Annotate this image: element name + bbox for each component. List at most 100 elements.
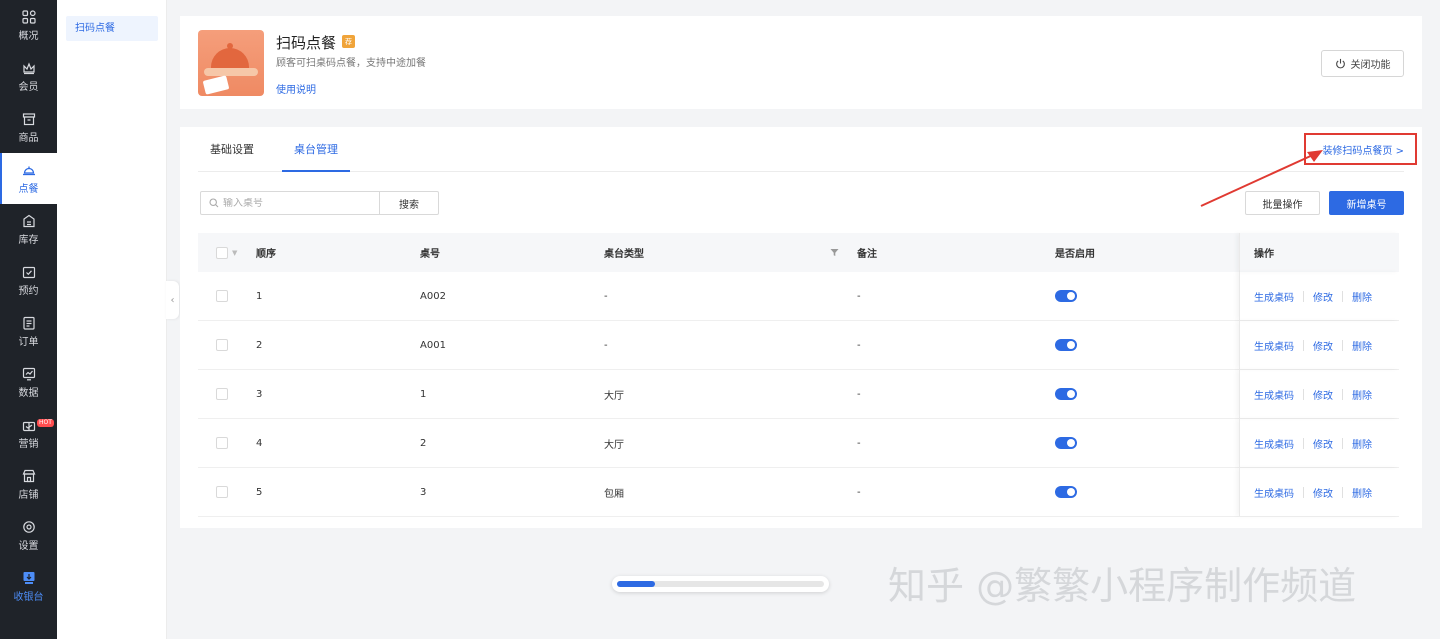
col-remark: 备注 — [857, 249, 877, 260]
col-table-no: 桌号 — [420, 249, 440, 260]
app-description: 顾客可扫桌码点餐，支持中途加餐 — [276, 58, 426, 69]
cell-order: 1 — [256, 290, 263, 302]
app-thumbnail — [198, 30, 264, 96]
select-all-checkbox[interactable] — [216, 246, 228, 259]
nav-label: 数据 — [18, 387, 39, 399]
nav-item-data[interactable]: 数据 — [0, 357, 57, 408]
app-header-card: 扫码点餐 荐 顾客可扫桌码点餐，支持中途加餐 使用说明 关闭功能 — [180, 16, 1422, 109]
cell-order: 5 — [256, 486, 263, 498]
filter-icon[interactable] — [830, 233, 839, 272]
cell-order: 2 — [256, 339, 263, 351]
generate-code-link[interactable]: 生成桌码 — [1254, 289, 1294, 304]
shop-icon — [22, 469, 35, 482]
delete-link[interactable]: 删除 — [1352, 338, 1372, 353]
enabled-toggle[interactable] — [1055, 437, 1077, 449]
row-checkbox[interactable] — [216, 339, 228, 351]
delete-link[interactable]: 删除 — [1352, 436, 1372, 451]
nav-item-settings[interactable]: 设置 — [0, 510, 57, 561]
table-row: 3 1 大厅 - 生成桌码 修改 删除 — [198, 370, 1399, 419]
bell-dish-icon — [22, 166, 35, 175]
ops-column: 操作 — [1239, 233, 1399, 272]
cell-remark: - — [857, 290, 861, 302]
clipboard-icon — [22, 316, 35, 330]
enabled-toggle[interactable] — [1055, 290, 1077, 302]
table-row: 4 2 大厅 - 生成桌码 修改 删除 — [198, 419, 1399, 468]
crown-icon — [22, 61, 35, 74]
add-table-button[interactable]: 新增桌号 — [1329, 191, 1404, 215]
store-icon — [22, 112, 35, 125]
row-checkbox[interactable] — [216, 290, 228, 302]
generate-code-link[interactable]: 生成桌码 — [1254, 436, 1294, 451]
gift-icon — [22, 421, 35, 431]
search-input[interactable] — [223, 197, 373, 209]
search-button[interactable]: 搜索 — [379, 191, 439, 215]
nav-item-marketing[interactable]: HOT 营销 — [0, 408, 57, 459]
chevron-left-icon: ‹ — [170, 294, 175, 306]
nav-item-inventory[interactable]: 库存 — [0, 204, 57, 255]
nav-item-orders[interactable]: 订单 — [0, 306, 57, 357]
sub-nav: 扫码点餐 — [57, 0, 167, 639]
chart-icon — [22, 367, 35, 380]
warehouse-icon — [22, 214, 35, 227]
generate-code-link[interactable]: 生成桌码 — [1254, 338, 1294, 353]
row-checkbox[interactable] — [216, 388, 228, 400]
row-checkbox[interactable] — [216, 437, 228, 449]
delete-link[interactable]: 删除 — [1352, 387, 1372, 402]
nav-label: 收银台 — [13, 591, 44, 603]
nav-item-reservation[interactable]: 预约 — [0, 255, 57, 306]
cell-type: 大厅 — [604, 390, 624, 402]
nav-label: 商品 — [18, 132, 39, 144]
enabled-toggle[interactable] — [1055, 339, 1077, 351]
chevron-down-icon[interactable]: ▼ — [232, 249, 237, 257]
edit-link[interactable]: 修改 — [1313, 289, 1333, 304]
table-header: ▼ 顺序 桌号 桌台类型 备注 是否启用 操作 — [198, 233, 1399, 272]
table-row: 2 A001 - - 生成桌码 修改 删除 — [198, 321, 1399, 370]
tables-table: ▼ 顺序 桌号 桌台类型 备注 是否启用 操作 1 A002 - - 生成桌码 … — [198, 233, 1399, 517]
delete-link[interactable]: 删除 — [1352, 485, 1372, 500]
cell-order: 4 — [256, 437, 263, 449]
table-row: 1 A002 - - 生成桌码 修改 删除 — [198, 272, 1399, 321]
search-field — [200, 191, 380, 215]
hot-badge: HOT — [37, 419, 54, 427]
nav-item-goods[interactable]: 商品 — [0, 102, 57, 153]
tab-table-management[interactable]: 桌台管理 — [282, 127, 350, 172]
edit-link[interactable]: 修改 — [1313, 387, 1333, 402]
gear-icon — [22, 520, 35, 533]
col-ops: 操作 — [1254, 249, 1274, 260]
edit-link[interactable]: 修改 — [1313, 436, 1333, 451]
collapse-sidebar-button[interactable]: ‹ — [166, 281, 179, 319]
edit-link[interactable]: 修改 — [1313, 338, 1333, 353]
cashier-icon — [23, 571, 34, 584]
enabled-toggle[interactable] — [1055, 388, 1077, 400]
generate-code-link[interactable]: 生成桌码 — [1254, 485, 1294, 500]
cell-type: 包厢 — [604, 488, 624, 500]
nav-item-members[interactable]: 会员 — [0, 51, 57, 102]
cell-table-no: 3 — [420, 486, 427, 498]
tab-basic-settings[interactable]: 基础设置 — [198, 127, 266, 172]
enabled-toggle[interactable] — [1055, 486, 1077, 498]
delete-link[interactable]: 删除 — [1352, 289, 1372, 304]
cell-table-no: 1 — [420, 388, 427, 400]
cell-remark: - — [857, 388, 861, 400]
annotation-arrow — [1200, 150, 1323, 207]
nav-label: 营销 — [18, 438, 39, 450]
nav-label: 预约 — [18, 285, 39, 297]
nav-item-ordering[interactable]: 点餐 — [0, 153, 57, 204]
horizontal-scrollbar[interactable] — [612, 576, 829, 592]
nav-label: 会员 — [18, 81, 39, 93]
cell-table-no: A001 — [420, 339, 446, 351]
generate-code-link[interactable]: 生成桌码 — [1254, 387, 1294, 402]
nav-item-overview[interactable]: 概况 — [0, 0, 57, 51]
search-icon — [209, 198, 219, 208]
row-checkbox[interactable] — [216, 486, 228, 498]
edit-link[interactable]: 修改 — [1313, 485, 1333, 500]
scrollbar-thumb[interactable] — [617, 581, 655, 587]
nav-item-shop[interactable]: 店铺 — [0, 459, 57, 510]
main-nav: 概况 会员 商品 点餐 库存 预约 订单 数据 HOT 营销 店铺 设置 收银台 — [0, 0, 57, 639]
help-link[interactable]: 使用说明 — [276, 81, 316, 96]
close-feature-button[interactable]: 关闭功能 — [1321, 50, 1404, 77]
subnav-item-scan-order[interactable]: 扫码点餐 — [66, 16, 158, 41]
cell-type: 大厅 — [604, 439, 624, 451]
nav-item-cashier[interactable]: 收银台 — [0, 561, 57, 612]
nav-label: 点餐 — [18, 183, 39, 195]
